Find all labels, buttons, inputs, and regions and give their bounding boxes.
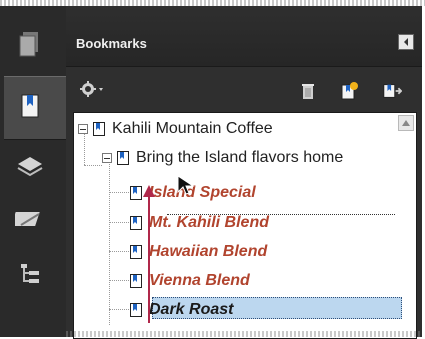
panel-header: Bookmarks [66, 6, 422, 67]
drop-target-line [167, 214, 395, 216]
trash-icon[interactable] [298, 81, 318, 101]
bookmark-label: Dark Roast [149, 301, 234, 318]
options-gear-icon[interactable] [80, 81, 106, 102]
bookmark-label: Kahili Mountain Coffee [112, 120, 273, 137]
tree-guide-line [109, 280, 129, 281]
bookmarks-toolbar [66, 67, 422, 109]
bottom-divider [66, 331, 422, 337]
bookmark-label: Vienna Blend [149, 272, 250, 289]
navigation-rail [0, 6, 66, 337]
tree-guide-line [109, 222, 129, 223]
collapse-toggle-icon[interactable] [102, 153, 112, 163]
tree-row-child[interactable]: Bring the Island flavors home [102, 148, 343, 168]
signatures-icon[interactable] [12, 202, 48, 238]
tree-guide-line [109, 309, 129, 310]
bookmarks-window: Bookmarks Kahili Mountain Coffee Bring t… [0, 0, 425, 339]
bookmark-label: Hawaiian Blend [149, 243, 268, 260]
tree-guide-line [84, 165, 102, 166]
bookmark-icon [130, 303, 142, 317]
expand-bookmark-icon[interactable] [382, 81, 402, 101]
bookmark-icon [117, 151, 129, 165]
bookmark-icon [93, 122, 105, 136]
panel-menu-button[interactable] [398, 34, 414, 50]
bookmark-icon [130, 216, 142, 230]
model-tree-icon[interactable] [12, 256, 48, 292]
bookmark-tree[interactable]: Kahili Mountain Coffee Bring the Island … [73, 112, 417, 339]
bookmarks-icon[interactable] [12, 88, 48, 124]
bookmark-icon [130, 274, 142, 288]
bookmark-icon [130, 186, 142, 200]
tree-row-root[interactable]: Kahili Mountain Coffee [78, 119, 273, 139]
tree-guide-line [109, 157, 110, 325]
bookmark-icon [130, 245, 142, 259]
pages-icon[interactable] [12, 26, 48, 62]
layers-icon[interactable] [12, 148, 48, 184]
collapse-toggle-icon[interactable] [78, 124, 88, 134]
new-bookmark-icon[interactable] [339, 81, 359, 101]
bookmark-label: Mt. Kahili Blend [149, 214, 269, 231]
bookmark-label: Bring the Island flavors home [136, 149, 344, 166]
mouse-cursor-icon [175, 173, 197, 200]
panel-title: Bookmarks [76, 36, 147, 51]
drag-move-arrow-icon [142, 183, 156, 330]
tree-guide-line [109, 251, 129, 252]
bookmarks-panel: Bookmarks Kahili Mountain Coffee Bring t… [66, 6, 422, 339]
tree-guide-line [109, 192, 129, 193]
scroll-up-icon[interactable] [398, 115, 414, 131]
bookmark-label: Island Special [149, 184, 256, 201]
